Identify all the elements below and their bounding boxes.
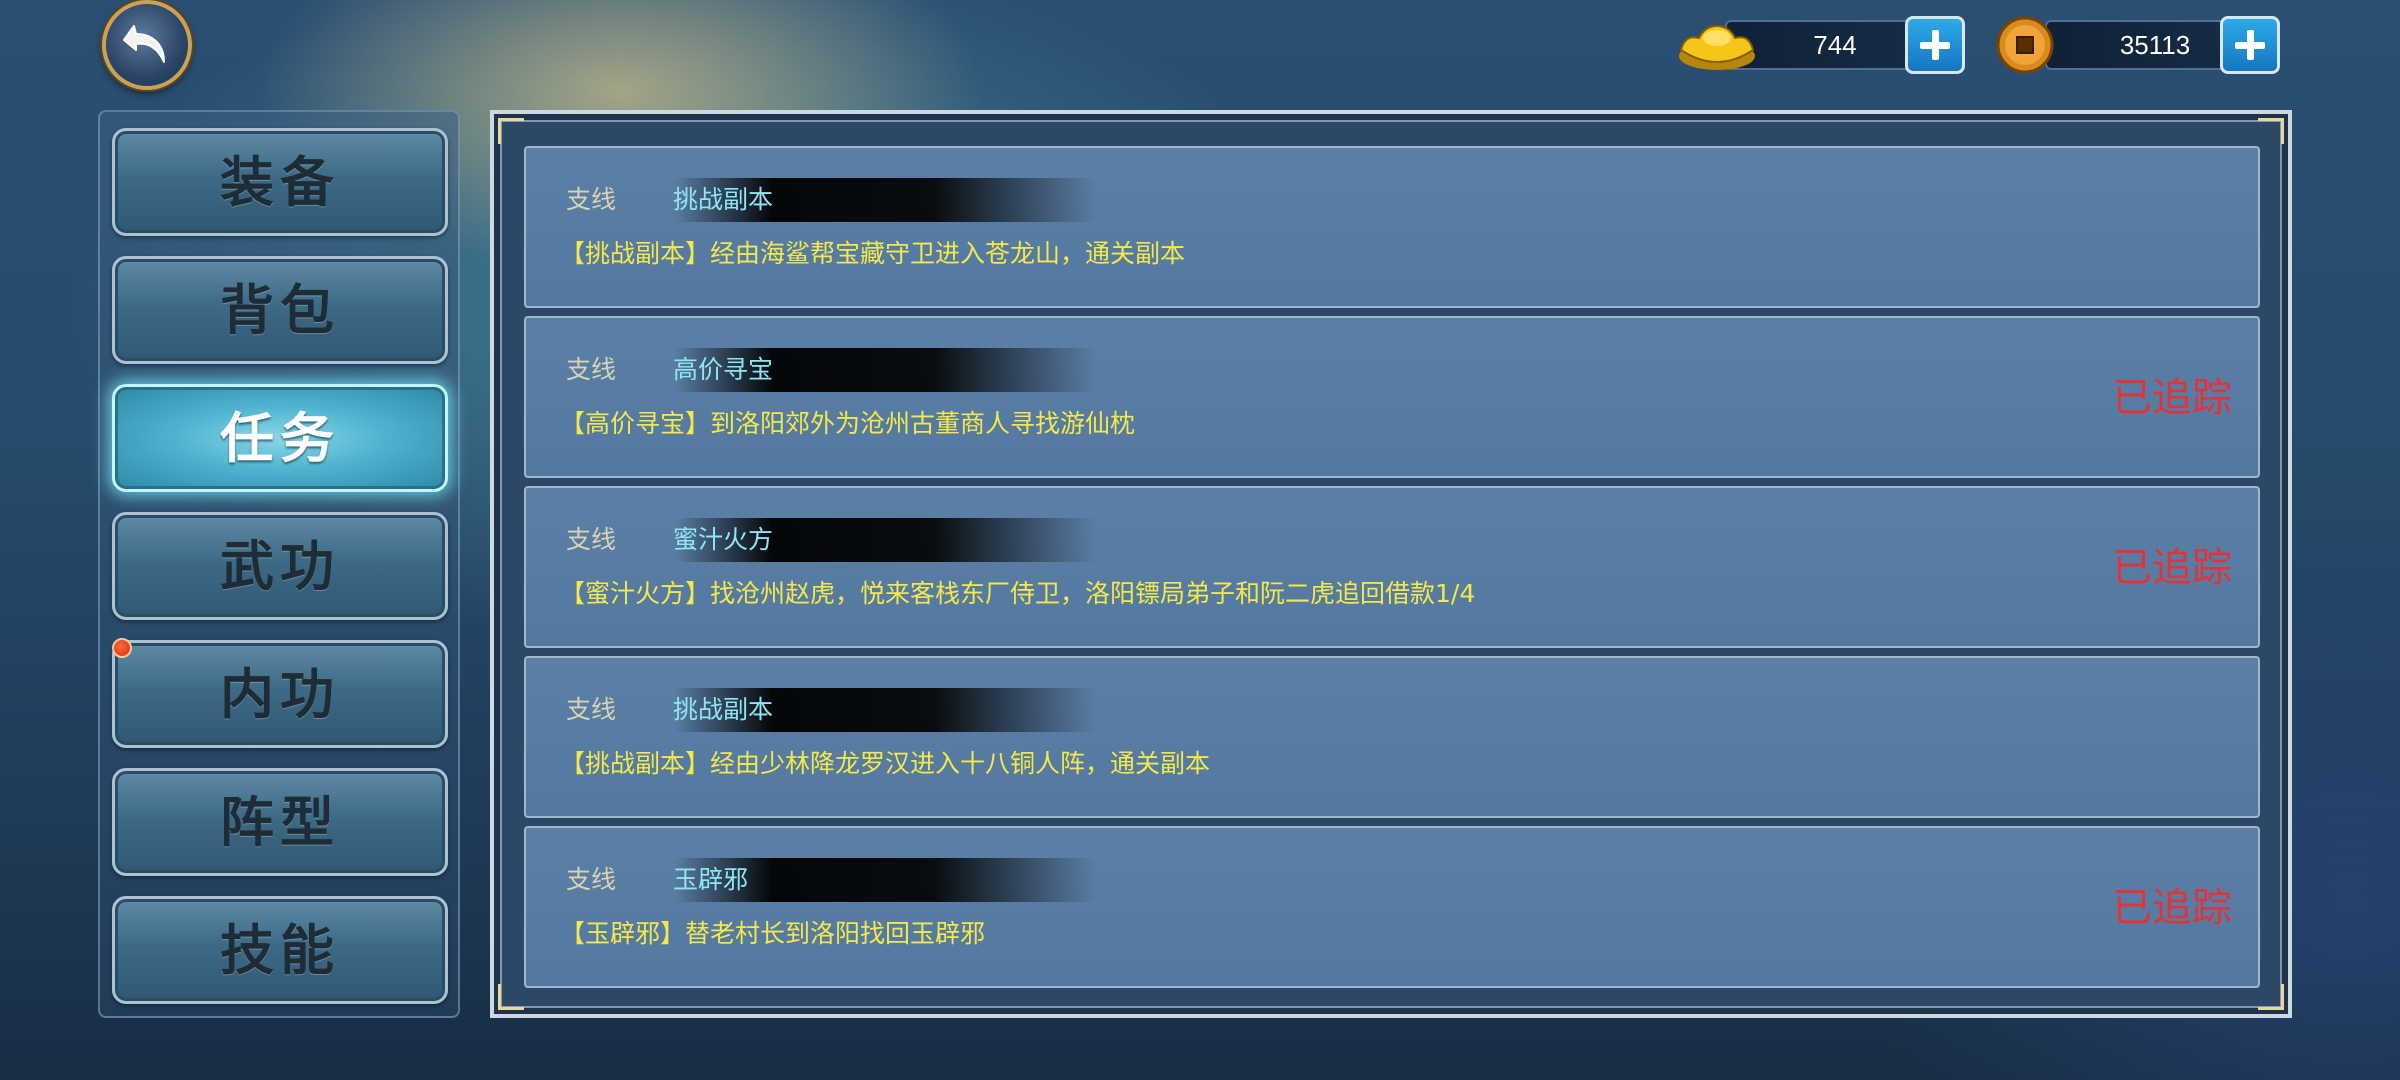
quest-description: 【玉辟邪】替老村长到洛阳找回玉辟邪	[560, 919, 986, 948]
sidebar-item-skills[interactable]: 技能	[112, 896, 448, 1004]
quest-name: 挑战副本	[673, 695, 774, 724]
add-coin-button[interactable]	[2220, 16, 2280, 74]
quest-tag-background	[556, 348, 1096, 392]
quest-tag-background	[556, 688, 1096, 732]
quest-description: 【蜜汁火方】找沧州赵虎，悦来客栈东厂侍卫，洛阳镖局弟子和阮二虎追回借款1/4	[560, 579, 1476, 608]
sidebar-item-inner-power[interactable]: 内功	[112, 640, 448, 748]
quest-name: 玉辟邪	[673, 865, 749, 894]
quest-type: 支线	[566, 865, 617, 894]
sidebar-item-label: 装备	[220, 150, 340, 214]
panel-corner-ornament	[498, 984, 524, 1010]
panel-corner-ornament	[2258, 118, 2284, 144]
panel-corner-ornament	[2258, 984, 2284, 1010]
quest-type: 支线	[566, 355, 617, 384]
sidebar-item-label: 任务	[220, 406, 340, 470]
quest-description: 【高价寻宝】到洛阳郊外为沧州古董商人寻找游仙枕	[560, 409, 1136, 438]
quest-description: 【挑战副本】经由少林降龙罗汉进入十八铜人阵，通关副本	[560, 749, 1211, 778]
sidebar-item-bag[interactable]: 背包	[112, 256, 448, 364]
quest-description: 【挑战副本】经由海鲨帮宝藏守卫进入苍龙山，通关副本	[560, 239, 1186, 268]
sidebar-item-label: 阵型	[220, 790, 340, 854]
back-button[interactable]	[102, 0, 192, 90]
quest-name: 蜜汁火方	[673, 525, 774, 554]
sidebar-item-label: 内功	[220, 662, 340, 726]
quest-tag-background	[556, 518, 1096, 562]
add-gold-button[interactable]	[1905, 16, 1965, 74]
panel-corner-ornament	[498, 118, 524, 144]
gold-currency-bar: 744	[1675, 16, 1965, 74]
coin-currency-bar: 35113	[1995, 16, 2285, 74]
quest-item[interactable]: 支线 挑战副本 【挑战副本】经由少林降龙罗汉进入十八铜人阵，通关副本	[524, 656, 2260, 818]
quest-name: 高价寻宝	[673, 355, 774, 384]
sidebar-item-formation[interactable]: 阵型	[112, 768, 448, 876]
quest-tracked-status: 已追踪	[2112, 885, 2232, 931]
back-arrow-icon	[123, 25, 165, 63]
sidebar: 装备 背包 任务 武功 内功 阵型 技能	[98, 110, 460, 1018]
sidebar-item-label: 武功	[220, 534, 340, 598]
quest-item[interactable]: 支线 挑战副本 【挑战副本】经由海鲨帮宝藏守卫进入苍龙山，通关副本	[524, 146, 2260, 308]
sidebar-item-label: 技能	[220, 918, 340, 982]
quest-tag-background	[556, 178, 1096, 222]
quest-type: 支线	[566, 185, 617, 214]
quest-list-panel: 支线 挑战副本 【挑战副本】经由海鲨帮宝藏守卫进入苍龙山，通关副本 支线 高价寻…	[490, 110, 2292, 1018]
quest-type: 支线	[566, 525, 617, 554]
quest-tracked-status: 已追踪	[2112, 545, 2232, 591]
quest-item[interactable]: 支线 玉辟邪 【玉辟邪】替老村长到洛阳找回玉辟邪 已追踪	[524, 826, 2260, 988]
sidebar-item-equipment[interactable]: 装备	[112, 128, 448, 236]
sidebar-item-quests[interactable]: 任务	[112, 384, 448, 492]
notification-dot-icon	[112, 638, 132, 658]
sidebar-item-label: 背包	[220, 278, 340, 342]
quest-type: 支线	[566, 695, 617, 724]
quest-item[interactable]: 支线 蜜汁火方 【蜜汁火方】找沧州赵虎，悦来客栈东厂侍卫，洛阳镖局弟子和阮二虎追…	[524, 486, 2260, 648]
quest-name: 挑战副本	[673, 185, 774, 214]
quest-tracked-status: 已追踪	[2112, 375, 2232, 421]
sidebar-item-martial-arts[interactable]: 武功	[112, 512, 448, 620]
quest-tag-background	[556, 858, 1096, 902]
quest-item[interactable]: 支线 高价寻宝 【高价寻宝】到洛阳郊外为沧州古董商人寻找游仙枕 已追踪	[524, 316, 2260, 478]
copper-coin-icon	[1996, 16, 2054, 74]
